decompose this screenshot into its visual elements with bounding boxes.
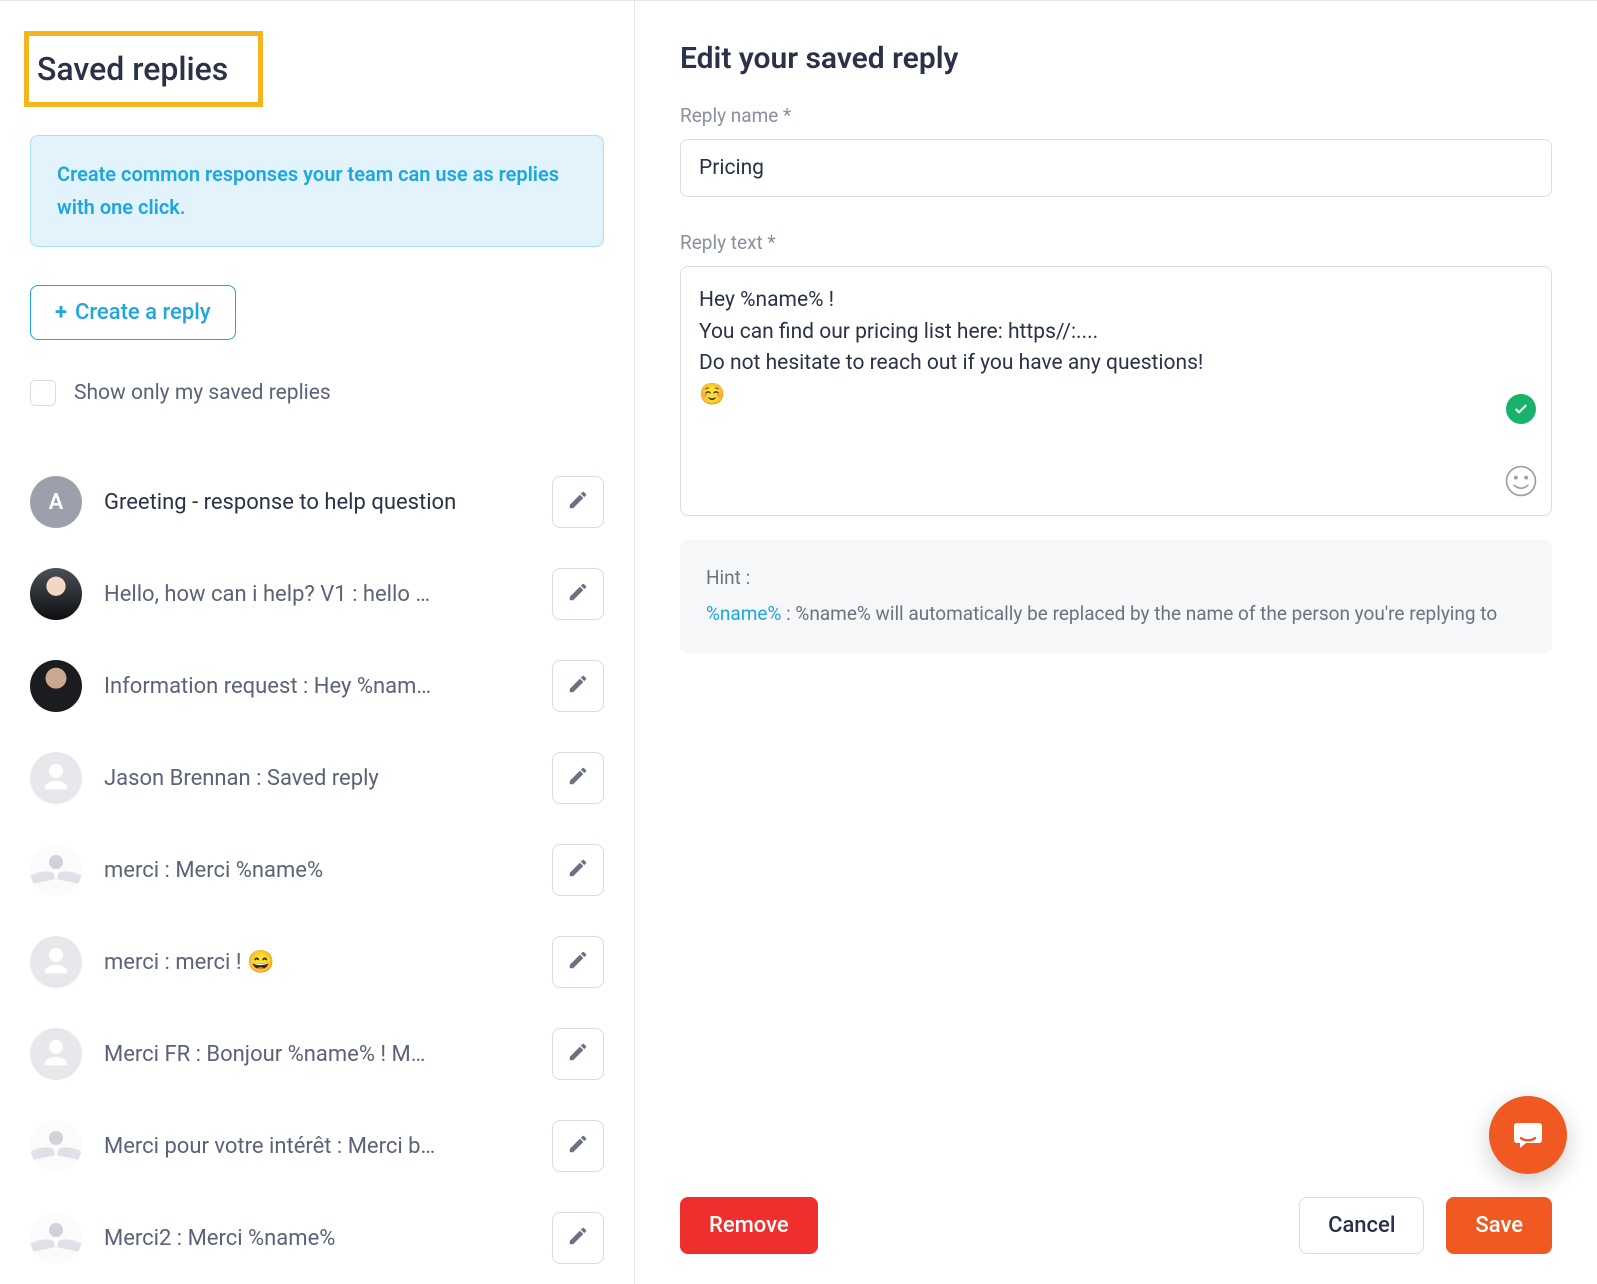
- remove-button[interactable]: Remove: [680, 1197, 818, 1254]
- list-item[interactable]: A Greeting - response to help question: [30, 456, 604, 548]
- pencil-icon: [567, 489, 589, 515]
- pencil-icon: [567, 949, 589, 975]
- info-banner: Create common responses your team can us…: [30, 135, 604, 247]
- pencil-icon: [567, 673, 589, 699]
- saved-replies-list: A Greeting - response to help question Hel…: [30, 456, 604, 1284]
- pencil-icon: [567, 1225, 589, 1251]
- list-item-label: Merci FR : Bonjour %name% ! M…: [104, 1042, 530, 1067]
- hint-box: Hint : %name% : %name% will automaticall…: [680, 540, 1552, 653]
- avatar: [30, 568, 82, 620]
- create-reply-button[interactable]: + Create a reply: [30, 285, 236, 340]
- pencil-icon: [567, 1041, 589, 1067]
- edit-button[interactable]: [552, 936, 604, 988]
- list-item[interactable]: Merci FR : Bonjour %name% ! M…: [30, 1008, 604, 1100]
- edit-button[interactable]: [552, 1028, 604, 1080]
- editor-footer: Remove Cancel Save: [680, 1197, 1552, 1254]
- hint-variable: %name%: [706, 602, 781, 625]
- editor-heading: Edit your saved reply: [680, 41, 1552, 76]
- pencil-icon: [567, 857, 589, 883]
- list-item-label: Hello, how can i help? V1 : hello …: [104, 582, 530, 607]
- edit-button[interactable]: [552, 844, 604, 896]
- reply-text-label: Reply text *: [680, 231, 1552, 254]
- sidebar: Saved replies Create common responses yo…: [0, 1, 635, 1284]
- edit-button[interactable]: [552, 568, 604, 620]
- reply-text-input[interactable]: Hey %name% ! You can find our pricing li…: [680, 266, 1552, 516]
- list-item[interactable]: Hello, how can i help? V1 : hello …: [30, 548, 604, 640]
- list-item-label: Merci2 : Merci %name%: [104, 1226, 530, 1251]
- show-only-mine-label: Show only my saved replies: [74, 381, 331, 405]
- page-title-highlight: Saved replies: [24, 31, 263, 107]
- list-item-label: Jason Brennan : Saved reply: [104, 766, 530, 791]
- create-reply-label: Create a reply: [75, 300, 211, 325]
- list-item-label: merci : merci ! 😄: [104, 950, 530, 975]
- checkbox-icon[interactable]: [30, 380, 56, 406]
- avatar: [30, 844, 82, 896]
- list-item[interactable]: merci : merci ! 😄: [30, 916, 604, 1008]
- list-item-label: Information request : Hey %nam…: [104, 674, 530, 699]
- edit-button[interactable]: [552, 1212, 604, 1264]
- edit-button[interactable]: [552, 752, 604, 804]
- avatar: [30, 1028, 82, 1080]
- list-item[interactable]: Merci pour votre intérêt : Merci b…: [30, 1100, 604, 1192]
- chat-icon: [1510, 1117, 1546, 1153]
- edit-button[interactable]: [552, 1120, 604, 1172]
- save-button[interactable]: Save: [1446, 1197, 1552, 1254]
- pencil-icon: [567, 765, 589, 791]
- editor-pane: Edit your saved reply Reply name * Reply…: [635, 1, 1597, 1284]
- avatar: A: [30, 476, 82, 528]
- plus-icon: +: [55, 300, 67, 325]
- chat-fab[interactable]: [1489, 1096, 1567, 1174]
- list-item[interactable]: Jason Brennan : Saved reply: [30, 732, 604, 824]
- pencil-icon: [567, 1133, 589, 1159]
- reply-name-input[interactable]: [680, 139, 1552, 197]
- hint-text: : %name% will automatically be replaced …: [781, 602, 1497, 625]
- avatar: [30, 1212, 82, 1264]
- avatar: [30, 752, 82, 804]
- avatar: [30, 936, 82, 988]
- list-item-label: Greeting - response to help question: [104, 490, 530, 515]
- show-only-mine-toggle[interactable]: Show only my saved replies: [30, 380, 604, 406]
- pencil-icon: [567, 581, 589, 607]
- edit-button[interactable]: [552, 476, 604, 528]
- valid-check-icon: [1506, 394, 1536, 424]
- list-item[interactable]: Merci2 : Merci %name%: [30, 1192, 604, 1284]
- list-item-label: Merci pour votre intérêt : Merci b…: [104, 1134, 530, 1159]
- edit-button[interactable]: [552, 660, 604, 712]
- list-item-label: merci : Merci %name%: [104, 858, 530, 883]
- page-title: Saved replies: [37, 50, 228, 88]
- list-item[interactable]: merci : Merci %name%: [30, 824, 604, 916]
- cancel-button[interactable]: Cancel: [1299, 1197, 1424, 1254]
- hint-title: Hint :: [706, 562, 1526, 594]
- emoji-picker-button[interactable]: [1504, 464, 1538, 502]
- list-item[interactable]: Information request : Hey %nam…: [30, 640, 604, 732]
- avatar: [30, 660, 82, 712]
- reply-name-label: Reply name *: [680, 104, 1552, 127]
- avatar: [30, 1120, 82, 1172]
